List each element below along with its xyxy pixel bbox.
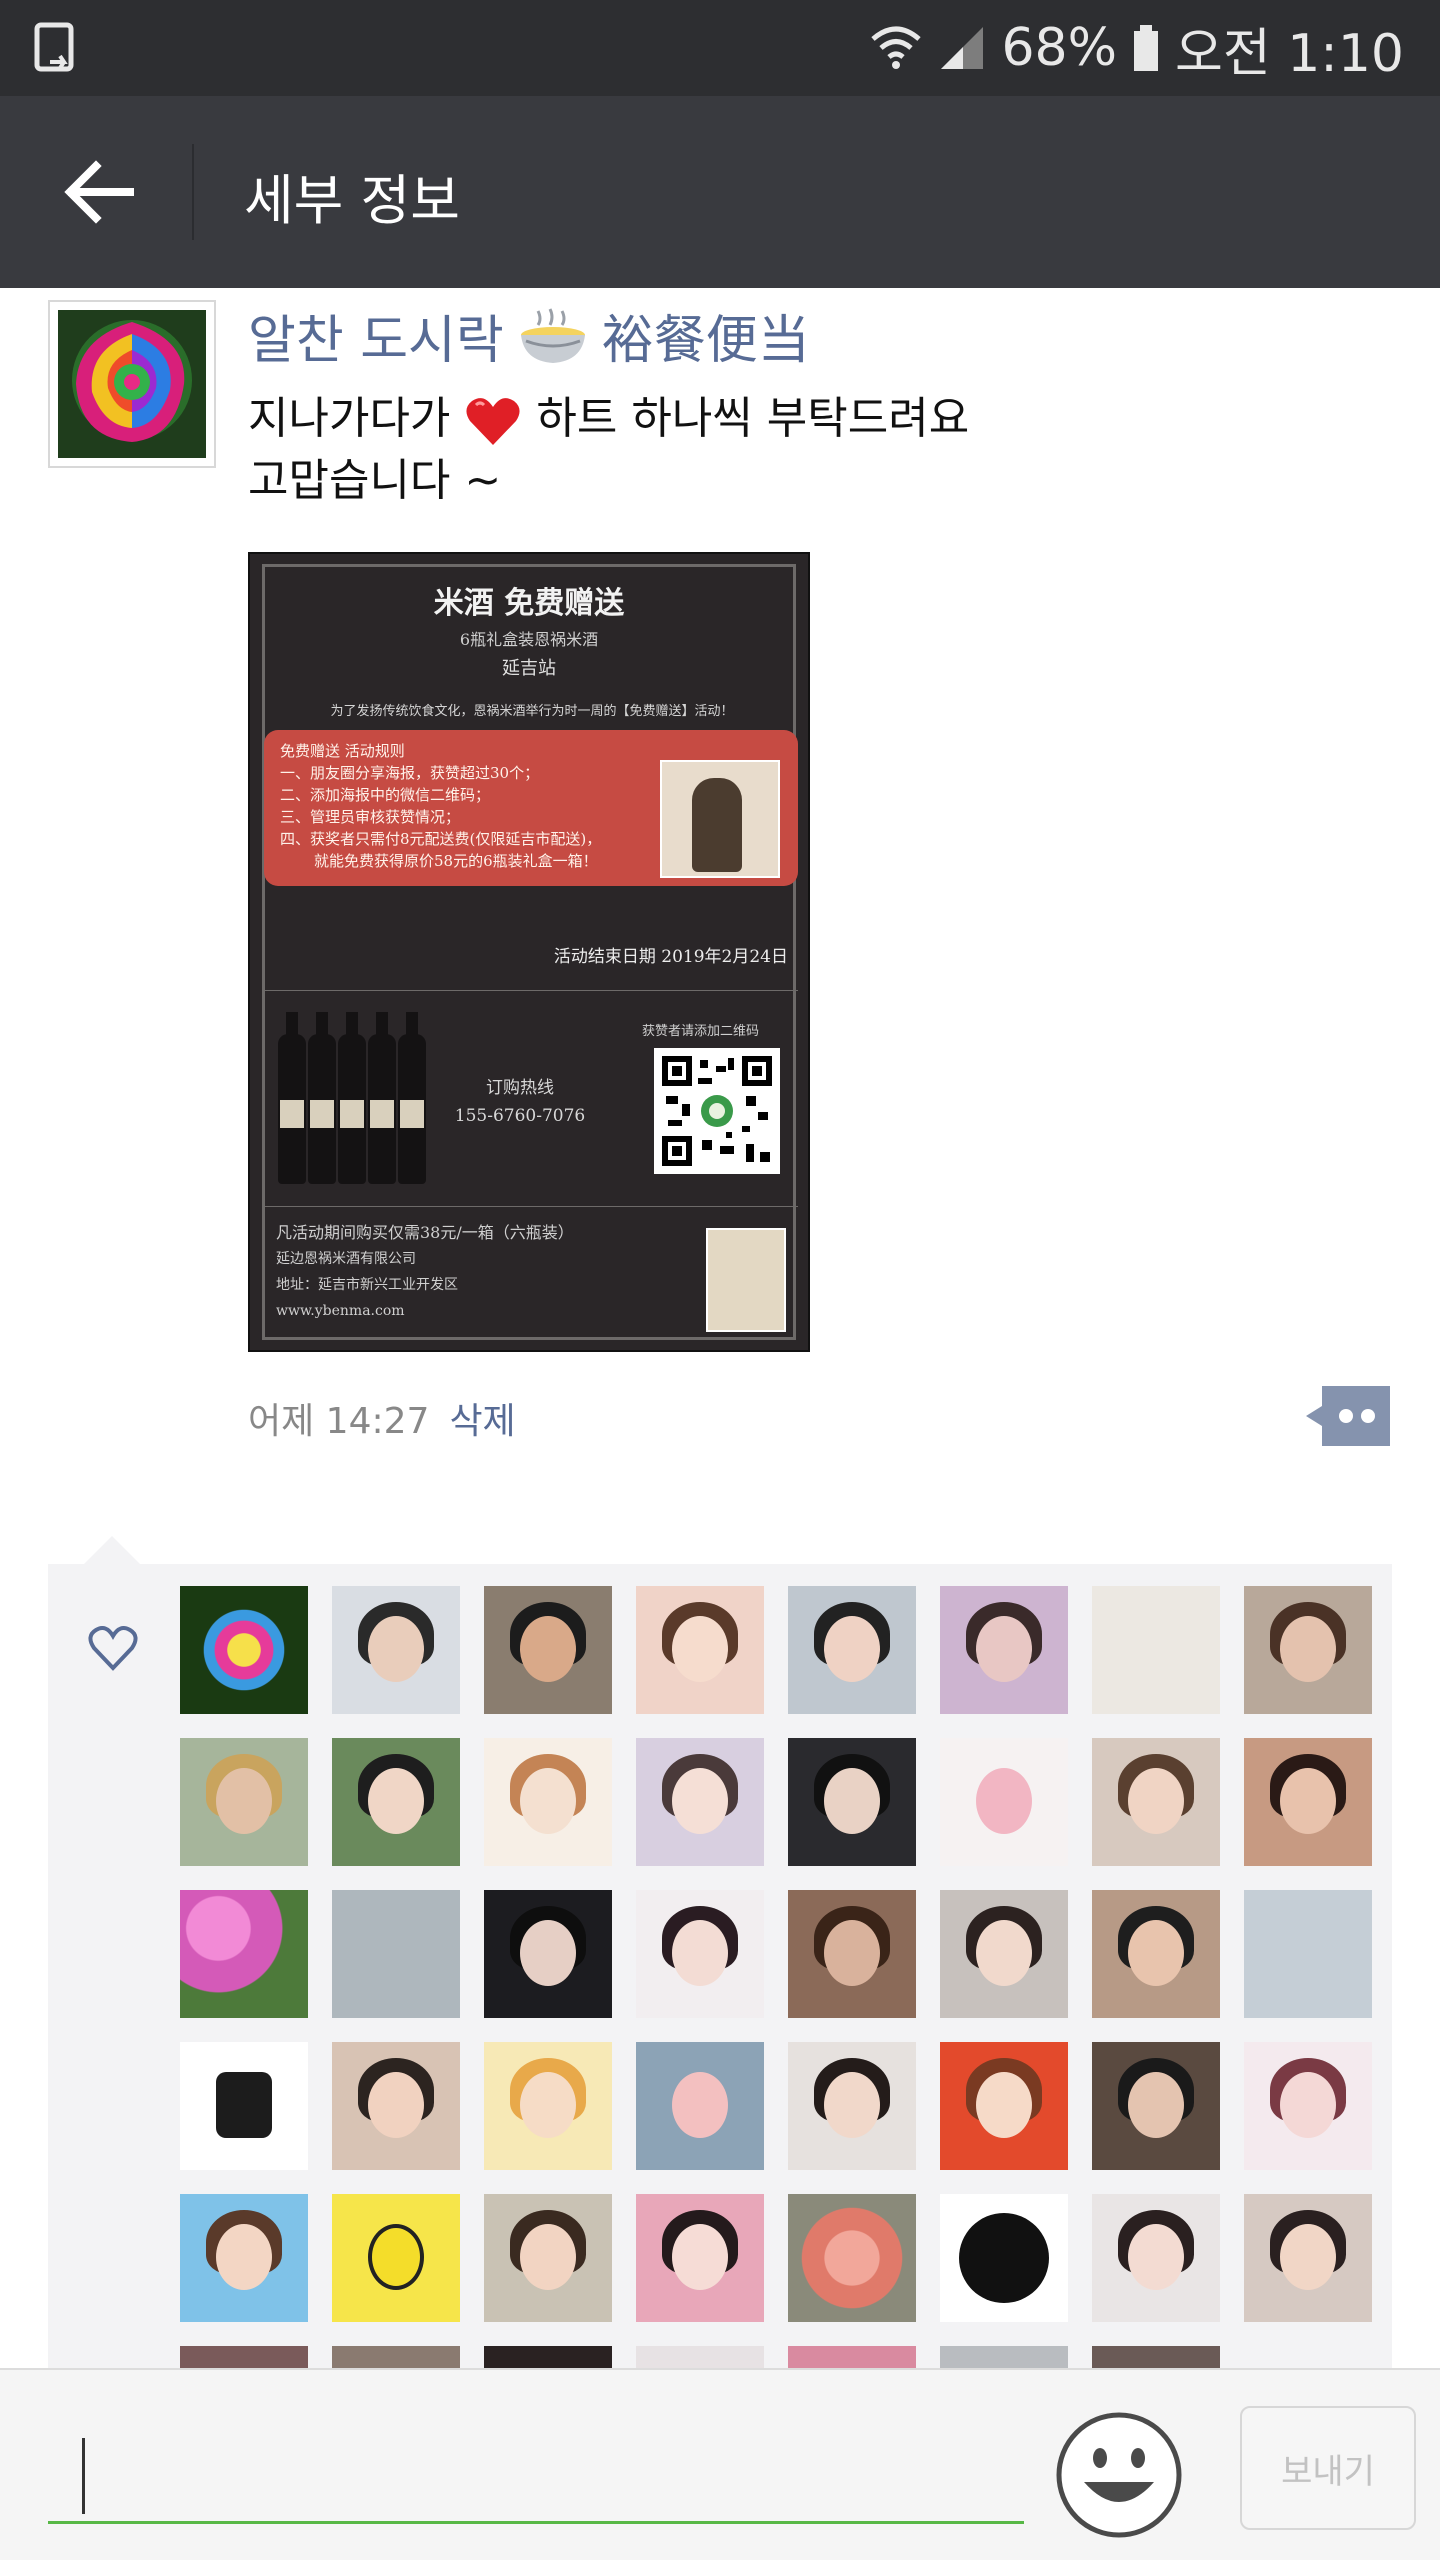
qr-code-image	[654, 1048, 780, 1174]
liker-avatar[interactable]	[1092, 1738, 1220, 1866]
red-heart-icon	[466, 398, 520, 445]
liker-avatar[interactable]	[636, 2042, 764, 2170]
liker-avatar[interactable]	[180, 1738, 308, 1866]
comment-input[interactable]	[48, 2428, 1024, 2524]
liker-avatar[interactable]	[1244, 2194, 1372, 2322]
liker-avatar[interactable]	[788, 1586, 916, 1714]
text-caret	[82, 2438, 85, 2514]
poster-divider	[264, 990, 798, 991]
liker-avatar[interactable]	[1244, 2042, 1372, 2170]
liker-avatar[interactable]	[484, 1738, 612, 1866]
liker-avatar[interactable]	[1244, 1738, 1372, 1866]
page-title: 세부 정보	[244, 169, 460, 232]
footer-company: 延边恩祸米酒有限公司	[276, 1251, 416, 1267]
battery-icon	[1134, 25, 1159, 71]
poster-rules-box: 免费赠送 活动规则 一、朋友圈分享海报，获赞超过30个； 二、添加海报中的微信二…	[264, 730, 798, 886]
liker-avatar[interactable]	[484, 2194, 612, 2322]
arrow-left-icon	[64, 160, 134, 224]
liker-avatar[interactable]	[940, 1890, 1068, 2018]
poster-city: 延吉站	[502, 658, 556, 679]
liker-avatar-grid	[180, 1586, 1380, 2410]
liker-avatar[interactable]	[636, 2194, 764, 2322]
liker-avatar[interactable]	[940, 1586, 1068, 1714]
liker-avatar[interactable]	[788, 1890, 916, 2018]
footer-address: 地址：延吉市新兴工业开发区	[276, 1277, 458, 1293]
liker-avatar[interactable]	[940, 1738, 1068, 1866]
liker-avatar[interactable]	[1092, 2194, 1220, 2322]
liker-avatar[interactable]	[788, 2194, 916, 2322]
liker-avatar[interactable]	[1092, 2042, 1220, 2170]
footer-website: www.ybenma.com	[276, 1303, 405, 1319]
liker-avatar[interactable]	[332, 2194, 460, 2322]
wifi-icon	[871, 26, 922, 69]
liker-avatar[interactable]	[332, 1586, 460, 1714]
rules-heading: 免费赠送 活动规则	[280, 742, 405, 760]
comment-input-bar: 보내기	[0, 2368, 1440, 2560]
post-image-poster[interactable]: 米酒 免费赠送 6瓶礼盒装恩祸米酒 延吉站 为了发扬传统饮食文化，恩祸米酒举行为…	[248, 552, 810, 1352]
liker-avatar[interactable]	[484, 2042, 612, 2170]
hotline-number: 155-6760-7076	[454, 1106, 586, 1126]
post-author-avatar[interactable]	[48, 300, 216, 468]
hotline-label: 订购热线	[486, 1078, 554, 1098]
liker-avatar[interactable]	[1244, 1586, 1372, 1714]
liker-avatar[interactable]	[332, 2042, 460, 2170]
post-text-segment-2: 하트 하나씩 부탁드려요	[536, 393, 970, 444]
header-divider	[192, 144, 194, 240]
poster-intro: 为了发扬传统饮食文化，恩祸米酒举行为时一周的【免费赠送】活动！	[330, 704, 734, 719]
liker-avatar[interactable]	[940, 2042, 1068, 2170]
liker-avatar[interactable]	[788, 2042, 916, 2170]
send-button[interactable]: 보내기	[1240, 2406, 1416, 2530]
poster-subtitle: 6瓶礼盒装恩祸米酒	[459, 630, 599, 649]
post-author-name[interactable]: 알찬 도시락 裕餐便当	[248, 298, 810, 373]
clock: 오전 1:10	[1175, 23, 1404, 84]
liker-avatar[interactable]	[332, 1890, 460, 2018]
liker-avatar[interactable]	[1092, 1890, 1220, 2018]
app-header: 세부 정보	[0, 96, 1440, 288]
liker-avatar[interactable]	[636, 1586, 764, 1714]
poster-end-date: 活动结束日期 2019年2月24日	[553, 947, 788, 967]
liker-avatar[interactable]	[940, 2194, 1068, 2322]
author-name-korean: 알찬 도시락	[248, 311, 504, 371]
liker-avatar[interactable]	[636, 1890, 764, 2018]
back-button[interactable]	[48, 140, 152, 244]
post-text-segment-1: 지나가다가	[248, 393, 451, 444]
rainbow-rose-avatar-image	[58, 310, 206, 458]
smiley-face-icon[interactable]	[1054, 2410, 1184, 2540]
screen-rotate-icon	[34, 22, 74, 72]
heart-outline-icon	[88, 1626, 138, 1671]
liker-avatar[interactable]	[1092, 1586, 1220, 1714]
post-meta: 어제 14:27 삭제	[248, 1392, 516, 1444]
liker-avatar[interactable]	[180, 1586, 308, 1714]
post-text-line-2: 고맙습니다 ~	[248, 455, 502, 506]
poster-title: 米酒 免费赠送	[433, 586, 625, 621]
liker-avatar[interactable]	[1244, 1890, 1372, 2018]
liker-avatar[interactable]	[484, 1586, 612, 1714]
post-text: 지나가다가 하트 하나씩 부탁드려요 고맙습니다 ~	[248, 388, 1368, 512]
liker-avatar[interactable]	[788, 1738, 916, 1866]
poster-divider	[264, 1206, 798, 1207]
rice-wine-bottles-image	[278, 1012, 438, 1184]
post-text-line-1: 지나가다가 하트 하나씩 부탁드려요	[248, 388, 1368, 450]
noodle-bowl-icon	[520, 307, 585, 363]
battery-percent: 68%	[1001, 18, 1118, 78]
gift-box-small-image	[706, 1228, 786, 1332]
post-timestamp: 어제 14:27	[248, 1401, 430, 1442]
footer-price: 凡活动期间购买仅需38元/一箱（六瓶装）	[276, 1223, 574, 1242]
poster-footer: 凡活动期间购买仅需38元/一箱（六瓶装） 延边恩祸米酒有限公司 地址：延吉市新兴…	[276, 1220, 636, 1324]
liker-avatar[interactable]	[484, 1890, 612, 2018]
comment-dots-icon[interactable]	[1306, 1386, 1390, 1446]
liker-avatar[interactable]	[180, 2042, 308, 2170]
likes-panel-pointer	[84, 1536, 140, 1564]
delete-link[interactable]: 삭제	[449, 1392, 515, 1444]
status-bar: 68% 오전 1:10	[0, 0, 1440, 96]
liker-avatar[interactable]	[332, 1738, 460, 1866]
liker-avatar[interactable]	[180, 1890, 308, 2018]
signal-icon	[941, 27, 984, 69]
author-name-chinese: 裕餐便当	[601, 311, 810, 371]
gift-box-image	[660, 760, 780, 878]
qr-caption: 获赞者请添加二维码	[642, 1024, 760, 1039]
liker-avatar[interactable]	[636, 1738, 764, 1866]
liker-avatar[interactable]	[180, 2194, 308, 2322]
poster-hotline: 订购热线 155-6760-7076	[430, 1074, 610, 1130]
